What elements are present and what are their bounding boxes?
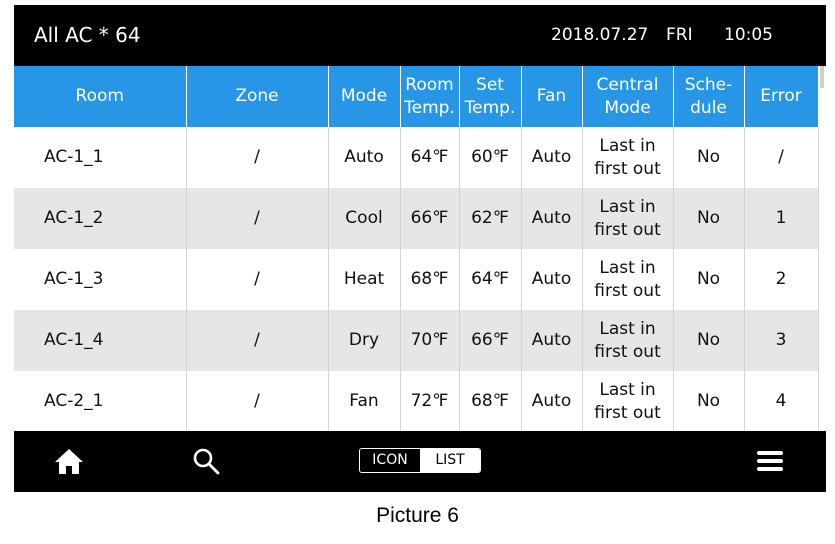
set-temp-cell: 60℉	[459, 127, 522, 188]
room-cell: AC-1_3	[14, 249, 187, 310]
column-header: Zone	[186, 66, 329, 127]
column-header: Fan	[521, 66, 583, 127]
set-temp-cell: 68℉	[459, 371, 522, 431]
central-mode-cell: Last in first out	[582, 310, 674, 371]
central-mode-cell: Last in first out	[582, 371, 674, 431]
ac-control-screen: All AC * 64 2018.07.27 FRI 10:05 Room Zo…	[14, 5, 826, 492]
fan-cell: Auto	[521, 188, 583, 249]
set-temp-cell: 62℉	[459, 188, 522, 249]
room-temp-cell: 70℉	[400, 310, 460, 371]
set-temp-cell: 64℉	[459, 249, 522, 310]
top-bar: All AC * 64 2018.07.27 FRI 10:05	[14, 5, 826, 66]
schedule-cell: No	[673, 310, 745, 371]
mode-cell: Cool	[328, 188, 401, 249]
error-cell: 4	[744, 371, 819, 431]
mode-cell: Dry	[328, 310, 401, 371]
fan-cell: Auto	[521, 127, 583, 188]
error-cell: 2	[744, 249, 819, 310]
search-icon[interactable]	[192, 447, 220, 475]
mode-cell: Heat	[328, 249, 401, 310]
room-cell: AC-1_2	[14, 188, 187, 249]
room-cell: AC-2_1	[14, 371, 187, 431]
room-temp-cell: 72℉	[400, 371, 460, 431]
date-display: 2018.07.27	[551, 25, 649, 45]
central-mode-cell: Last in first out	[582, 188, 674, 249]
zone-cell: /	[186, 310, 329, 371]
schedule-cell: No	[673, 371, 745, 431]
central-mode-cell: Last in first out	[582, 127, 674, 188]
fan-cell: Auto	[521, 371, 583, 431]
scrollbar-thumb[interactable]	[820, 66, 824, 88]
icon-view-button[interactable]: ICON	[360, 449, 420, 472]
table-row[interactable]: AC-1_1 / Auto 64℉ 60℉ Auto Last in first …	[14, 127, 819, 188]
menu-icon[interactable]	[756, 449, 784, 473]
view-toggle: ICON LIST	[359, 448, 481, 473]
column-header: Sche-dule	[673, 66, 745, 127]
column-header: Room	[14, 66, 187, 127]
ac-list-table-area[interactable]: Room Zone Mode Room Temp. Set Temp. Fan Ce…	[14, 66, 826, 431]
home-icon[interactable]	[54, 447, 84, 475]
room-temp-cell: 66℉	[400, 188, 460, 249]
schedule-cell: No	[673, 188, 745, 249]
table-row[interactable]: AC-2_1 / Fan 72℉ 68℉ Auto Last in first o…	[14, 371, 819, 431]
schedule-cell: No	[673, 249, 745, 310]
zone-cell: /	[186, 371, 329, 431]
table-row[interactable]: AC-1_3 / Heat 68℉ 64℉ Auto Last in first …	[14, 249, 819, 310]
room-temp-cell: 68℉	[400, 249, 460, 310]
error-cell: /	[744, 127, 819, 188]
column-header: Mode	[328, 66, 401, 127]
central-mode-cell: Last in first out	[582, 249, 674, 310]
error-cell: 1	[744, 188, 819, 249]
table-row[interactable]: AC-1_4 / Dry 70℉ 66℉ Auto Last in first o…	[14, 310, 819, 371]
column-header: Error	[744, 66, 819, 127]
zone-cell: /	[186, 188, 329, 249]
column-header: Central Mode	[582, 66, 674, 127]
mode-cell: Fan	[328, 371, 401, 431]
room-cell: AC-1_1	[14, 127, 187, 188]
mode-cell: Auto	[328, 127, 401, 188]
time-display: 10:05	[724, 25, 773, 45]
column-header: Room Temp.	[400, 66, 460, 127]
room-temp-cell: 64℉	[400, 127, 460, 188]
error-cell: 3	[744, 310, 819, 371]
room-cell: AC-1_4	[14, 310, 187, 371]
page-title: All AC * 64	[34, 23, 141, 47]
list-view-button[interactable]: LIST	[420, 449, 480, 472]
table-row[interactable]: AC-1_2 / Cool 66℉ 62℉ Auto Last in first …	[14, 188, 819, 249]
zone-cell: /	[186, 127, 329, 188]
day-display: FRI	[666, 25, 693, 45]
ac-list-table: Room Zone Mode Room Temp. Set Temp. Fan Ce…	[14, 66, 819, 431]
bottom-bar: ICON LIST	[14, 431, 826, 492]
figure-caption: Picture 6	[376, 504, 459, 527]
set-temp-cell: 66℉	[459, 310, 522, 371]
fan-cell: Auto	[521, 310, 583, 371]
column-header: Set Temp.	[459, 66, 522, 127]
schedule-cell: No	[673, 127, 745, 188]
zone-cell: /	[186, 249, 329, 310]
fan-cell: Auto	[521, 249, 583, 310]
table-header-row: Room Zone Mode Room Temp. Set Temp. Fan Ce…	[14, 66, 819, 127]
